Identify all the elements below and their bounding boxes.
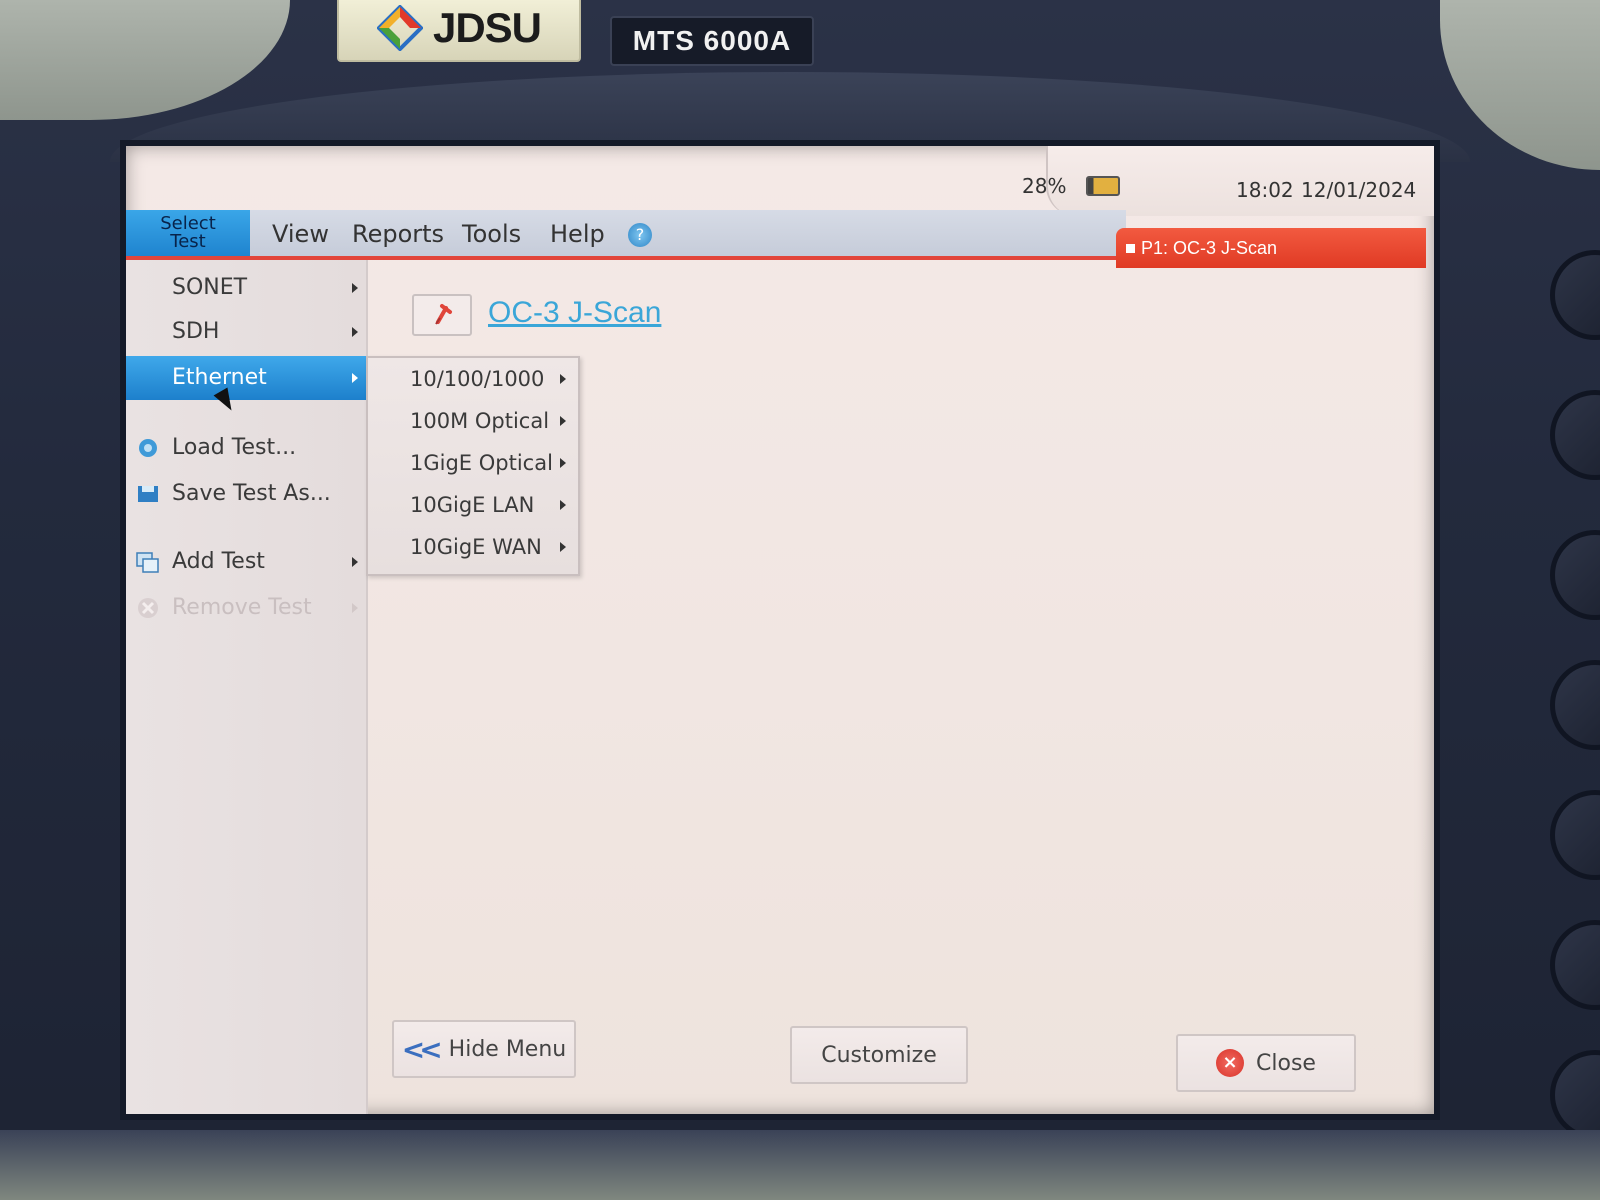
submenu-item-10gige-wan[interactable]: 10GigE WAN — [368, 526, 578, 568]
submenu-arrow-icon — [352, 283, 358, 293]
battery-icon — [1086, 176, 1120, 196]
clock-time: 18:02 — [1236, 178, 1294, 202]
submenu-item-label: 10GigE LAN — [410, 493, 535, 517]
panel-item-sdh[interactable]: SDH — [126, 310, 366, 354]
submenu-item-10-100-1000[interactable]: 10/100/1000 — [368, 358, 578, 400]
panel-item-label: Ethernet — [172, 365, 267, 390]
submenu-item-1gige-optical[interactable]: 1GigE Optical — [368, 442, 578, 484]
pin-icon — [435, 304, 452, 325]
panel-item-load-test[interactable]: Load Test... — [126, 426, 366, 470]
battery-percent: 28% — [1022, 174, 1067, 198]
active-test-tab[interactable]: P1: OC-3 J-Scan — [1116, 228, 1426, 268]
current-test-link[interactable]: OC-3 J-Scan — [488, 296, 661, 330]
side-hardkey-6[interactable] — [1550, 920, 1600, 1010]
gear-icon — [139, 439, 157, 457]
close-button[interactable]: × Close — [1176, 1034, 1356, 1092]
model-plate: MTS 6000A — [610, 16, 814, 66]
side-hardkey-1[interactable] — [1550, 250, 1600, 340]
side-hardkey-4[interactable] — [1550, 660, 1600, 750]
panel-item-label: Remove Test — [172, 595, 312, 620]
close-icon: × — [1216, 1049, 1245, 1077]
panel-item-ethernet[interactable]: Ethernet — [126, 356, 366, 400]
ethernet-submenu: 10/100/1000 100M Optical 1GigE Optical 1… — [366, 356, 580, 576]
side-hardkey-2[interactable] — [1550, 390, 1600, 480]
submenu-arrow-icon — [352, 557, 358, 567]
panel-item-remove-test: Remove Test — [126, 586, 366, 630]
bezel-grip-left — [0, 0, 290, 120]
panel-item-label: SDH — [172, 319, 220, 344]
submenu-arrow-icon — [352, 373, 358, 383]
menu-reports[interactable]: Reports — [352, 220, 444, 248]
submenu-arrow-icon — [560, 500, 566, 510]
menu-view[interactable]: View — [272, 220, 329, 248]
side-hardkey-7[interactable] — [1550, 1050, 1600, 1140]
panel-item-label: SONET — [172, 275, 248, 300]
submenu-arrow-icon — [560, 458, 566, 468]
active-test-tab-label: P1: OC-3 J-Scan — [1141, 237, 1278, 258]
brand-logo: JDSU — [337, 0, 581, 62]
menu-bar: Select Test View Reports Tools Help ? — [126, 210, 1126, 260]
remove-icon — [138, 598, 158, 618]
hide-menu-label: Hide Menu — [448, 1036, 567, 1062]
customize-button[interactable]: Customize — [790, 1026, 968, 1084]
side-hardkey-5[interactable] — [1550, 790, 1600, 880]
submenu-arrow-icon — [560, 416, 566, 426]
submenu-item-100m-optical[interactable]: 100M Optical — [368, 400, 578, 442]
panel-item-label: Load Test... — [172, 435, 297, 460]
submenu-item-label: 1GigE Optical — [410, 451, 553, 475]
save-icon — [138, 486, 158, 502]
submenu-item-label: 10GigE WAN — [410, 535, 542, 559]
jdsu-logo-icon — [376, 5, 423, 51]
panel-item-add-test[interactable]: Add Test — [126, 540, 366, 584]
clock-date: 12/01/2024 — [1301, 178, 1417, 202]
panel-item-save-test-as[interactable]: Save Test As... — [126, 472, 366, 516]
submenu-item-10gige-lan[interactable]: 10GigE LAN — [368, 484, 578, 526]
submenu-item-label: 100M Optical — [410, 409, 550, 433]
test-status-icon — [1126, 243, 1135, 253]
submenu-arrow-icon — [560, 542, 566, 552]
select-test-panel: SONET SDH Ethernet Load Test... Save Tes… — [126, 260, 368, 1114]
submenu-arrow-icon — [352, 603, 358, 613]
panel-item-sonet[interactable]: SONET — [126, 266, 366, 310]
side-hardkey-3[interactable] — [1550, 530, 1600, 620]
lcd-screen: 28% 18:02 12/01/2024 Select Test View Re… — [120, 140, 1440, 1120]
device-bezel: JDSU MTS 6000A 28% 18:02 12/01/2024 Sele… — [0, 0, 1600, 1200]
menu-tools[interactable]: Tools — [462, 220, 521, 248]
panel-item-label: Save Test As... — [172, 481, 331, 506]
submenu-arrow-icon — [560, 374, 566, 384]
bezel-grip-right — [1440, 0, 1600, 170]
help-icon[interactable]: ? — [628, 223, 652, 247]
add-test-icon — [136, 552, 159, 573]
pin-button[interactable] — [412, 294, 472, 336]
customize-label: Customize — [821, 1042, 937, 1068]
panel-item-label: Add Test — [172, 549, 265, 574]
submenu-arrow-icon — [352, 327, 358, 337]
close-label: Close — [1256, 1050, 1316, 1076]
double-chevron-left-icon: << — [401, 1032, 443, 1066]
hide-menu-button[interactable]: << Hide Menu — [392, 1020, 576, 1078]
select-test-label-line2: Test — [170, 231, 206, 252]
select-test-menu[interactable]: Select Test — [126, 210, 250, 256]
submenu-item-label: 10/100/1000 — [410, 367, 545, 391]
brand-name: JDSU — [432, 4, 542, 51]
model-name: MTS 6000A — [632, 25, 792, 56]
bezel-bottom — [0, 1130, 1600, 1200]
menu-help[interactable]: Help — [550, 220, 605, 248]
